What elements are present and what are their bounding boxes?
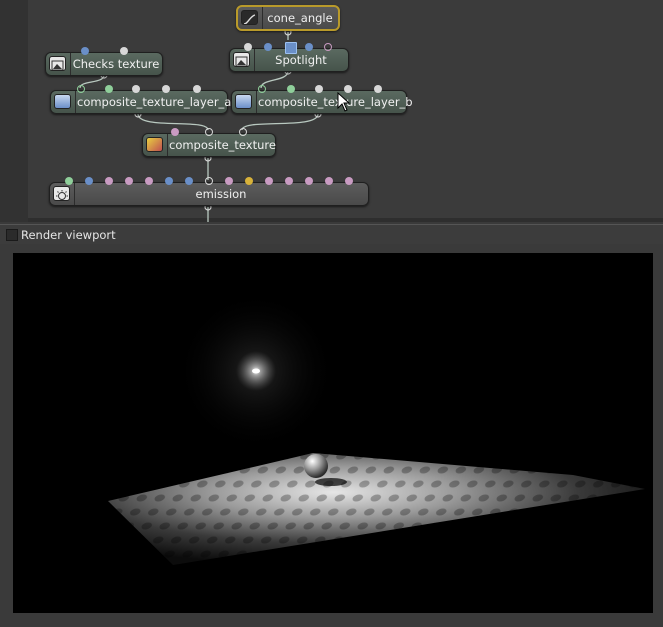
node-composite-texture-layer-a[interactable]: composite_texture_layer_a (50, 85, 232, 114)
input-port[interactable] (81, 47, 89, 55)
node-label-layer-b: composite_texture_layer_b (258, 95, 413, 109)
node-separator (256, 91, 257, 113)
viewport-title: Render viewport (21, 228, 116, 242)
node-separator (167, 134, 168, 156)
input-port[interactable] (105, 177, 113, 185)
input-port[interactable] (125, 177, 133, 185)
node-separator (254, 49, 255, 71)
viewport-toggle-checkbox[interactable] (6, 229, 18, 241)
node-label-checks-texture: Checks texture (72, 57, 160, 71)
input-port[interactable] (315, 85, 323, 93)
node-spotlight[interactable]: Spotlight (229, 42, 349, 72)
node-checks-texture[interactable]: Checks texture (45, 47, 163, 76)
image-icon (233, 52, 250, 67)
layer-icon (235, 94, 252, 109)
node-composite-texture-layer-b[interactable]: composite_texture_layer_b (231, 85, 413, 114)
input-port[interactable] (265, 177, 273, 185)
input-port[interactable] (193, 85, 201, 93)
input-port[interactable] (185, 177, 193, 185)
node-separator (75, 91, 76, 113)
layer-icon (54, 94, 71, 109)
input-port[interactable] (77, 85, 85, 93)
input-port[interactable] (244, 43, 252, 51)
node-separator (74, 183, 75, 205)
mouse-cursor-icon (337, 92, 351, 112)
input-port[interactable] (165, 177, 173, 185)
node-label-spotlight: Spotlight (275, 53, 327, 67)
input-port[interactable] (305, 177, 313, 185)
input-port[interactable] (132, 85, 140, 93)
input-port[interactable] (120, 47, 128, 55)
input-port-connected[interactable] (285, 42, 297, 54)
node-separator (70, 53, 71, 75)
input-port[interactable] (374, 85, 382, 93)
node-separator (262, 7, 263, 29)
input-port[interactable] (324, 43, 332, 51)
ball (304, 454, 328, 478)
node-label-composite-texture: composite_texture (169, 138, 276, 152)
node-label-layer-a: composite_texture_layer_a (77, 95, 232, 109)
input-port[interactable] (225, 177, 233, 185)
wire-layer-b-to-composite (241, 113, 319, 131)
input-port[interactable] (205, 177, 213, 185)
input-port[interactable] (245, 177, 253, 185)
node-emission[interactable]: emission (49, 177, 369, 206)
node-composite-texture[interactable]: composite_texture (142, 128, 276, 157)
input-port[interactable] (85, 177, 93, 185)
input-port[interactable] (345, 177, 353, 185)
input-port[interactable] (305, 43, 313, 51)
node-cone-angle[interactable]: cone_angle (236, 5, 340, 31)
light-bulb-icon (53, 186, 70, 201)
curve-icon (241, 10, 258, 25)
input-port[interactable] (171, 128, 179, 136)
gradient-icon (146, 137, 163, 152)
input-port[interactable] (264, 43, 272, 51)
input-port[interactable] (258, 85, 266, 93)
input-port[interactable] (287, 85, 295, 93)
node-label-emission: emission (195, 187, 247, 201)
input-port[interactable] (105, 85, 113, 93)
input-port[interactable] (239, 128, 247, 136)
input-port[interactable] (65, 177, 73, 185)
render-image[interactable] (13, 253, 653, 613)
viewport-header: Render viewport (0, 224, 663, 245)
rendered-scene (13, 253, 653, 613)
input-port[interactable] (162, 85, 170, 93)
ball-shadow (315, 478, 347, 486)
node-graph-panel[interactable]: cone_angle Checks texture Spotlight comp… (0, 0, 663, 222)
node-label-cone-angle: cone_angle (267, 11, 333, 25)
image-icon (49, 56, 66, 71)
input-port[interactable] (205, 128, 213, 136)
input-port[interactable] (285, 177, 293, 185)
input-port[interactable] (145, 177, 153, 185)
input-port[interactable] (325, 177, 333, 185)
light-source (252, 368, 260, 374)
